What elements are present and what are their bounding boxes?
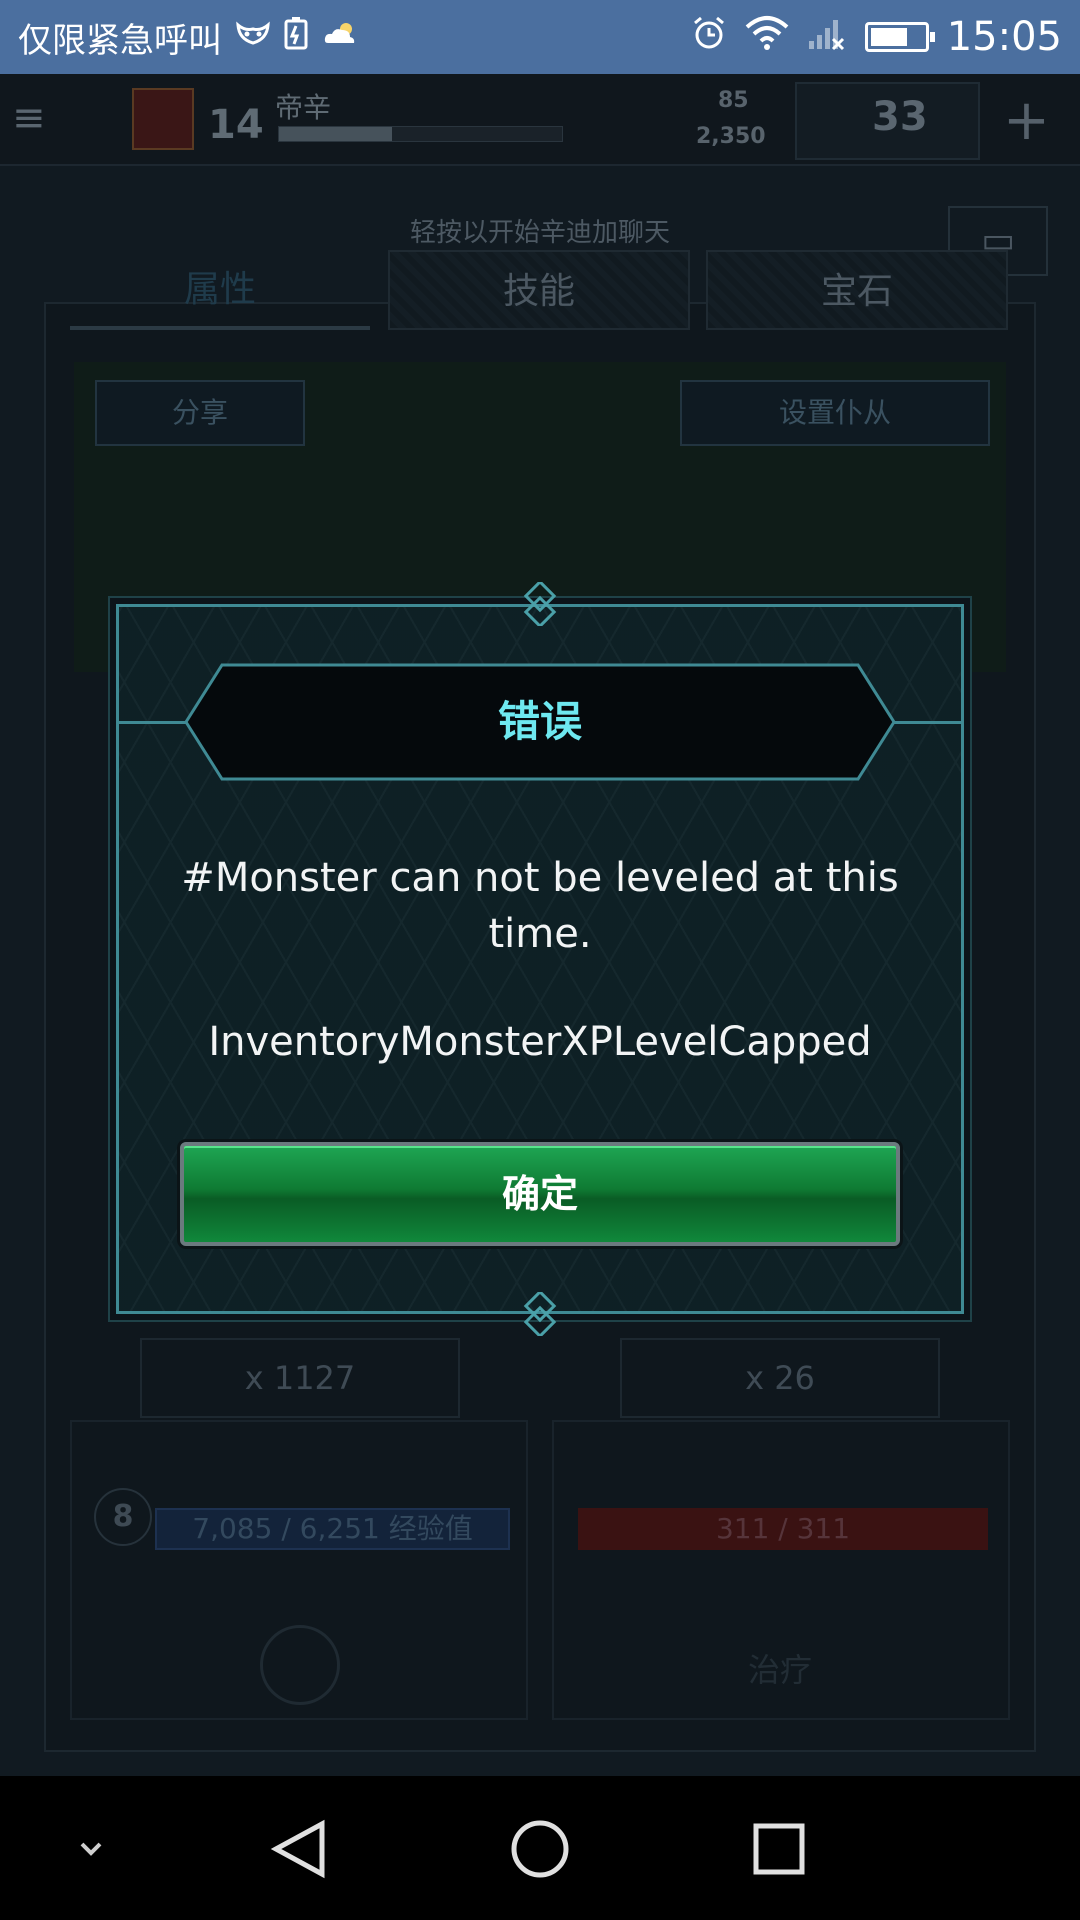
player-xp-bar [278, 126, 563, 142]
player-rank-badge[interactable] [132, 88, 194, 150]
xp-item-count: x 1127 [140, 1338, 460, 1418]
chat-hint[interactable]: 轻按以开始辛迪加聊天 [0, 212, 1080, 249]
add-currency-icon[interactable]: + [1003, 88, 1050, 153]
monster-hp-bar: 311 / 311 [578, 1508, 988, 1550]
back-icon[interactable] [264, 1814, 334, 1884]
player-level: 14 [208, 102, 264, 148]
monster-level-badge: 8 [94, 1488, 152, 1546]
weather-cloud-icon [322, 20, 358, 55]
chevron-down-icon[interactable] [56, 1814, 126, 1884]
share-button[interactable]: 分享 [95, 380, 305, 446]
dialog-error-code: InventoryMonsterXPLevelCapped [208, 1019, 872, 1065]
energy-count: 33 [872, 94, 928, 140]
home-icon[interactable] [505, 1814, 575, 1884]
title-divider [890, 721, 964, 724]
recent-apps-icon[interactable] [744, 1814, 814, 1884]
hamburger-menu-icon[interactable]: ≡ [12, 98, 58, 138]
player-name: 帝辛 [275, 91, 332, 124]
mask-icon [236, 20, 270, 55]
knot-ornament-icon [523, 1292, 557, 1336]
wifi-icon [745, 15, 789, 60]
tab-attributes[interactable]: 属性 [70, 250, 370, 330]
confirm-button[interactable]: 确定 [180, 1142, 900, 1246]
carrier-label: 仅限紧急呼叫 [18, 20, 222, 61]
monster-xp-bar: 7,085 / 6,251 经验值 [155, 1508, 510, 1550]
navigation-bar [0, 1776, 1080, 1920]
heal-item-count: x 26 [620, 1338, 940, 1418]
tab-gems[interactable]: 宝石 [706, 250, 1008, 330]
gems-count: 85 [718, 88, 749, 113]
alarm-icon [691, 15, 727, 60]
no-signal-icon [807, 15, 847, 60]
dialog-message: #Monster can not be leveled at this time… [181, 855, 899, 957]
battery-alert-icon [284, 16, 308, 58]
gold-count: 2,350 [696, 124, 766, 149]
knot-ornament-icon [523, 582, 557, 626]
heal-button[interactable]: 治疗 [700, 1645, 860, 1691]
dialog-title: 错误 [497, 697, 582, 746]
tab-skills[interactable]: 技能 [388, 250, 690, 330]
title-divider [116, 721, 190, 724]
clock: 15:05 [946, 14, 1062, 60]
level-up-button[interactable] [260, 1625, 340, 1705]
status-bar: 仅限紧急呼叫 15:05 [0, 0, 1080, 74]
game-top-bar: ≡ 14 帝辛 85 2,350 33 + [0, 74, 1080, 166]
battery-icon [864, 22, 935, 52]
set-minion-button[interactable]: 设置仆从 [680, 380, 990, 446]
